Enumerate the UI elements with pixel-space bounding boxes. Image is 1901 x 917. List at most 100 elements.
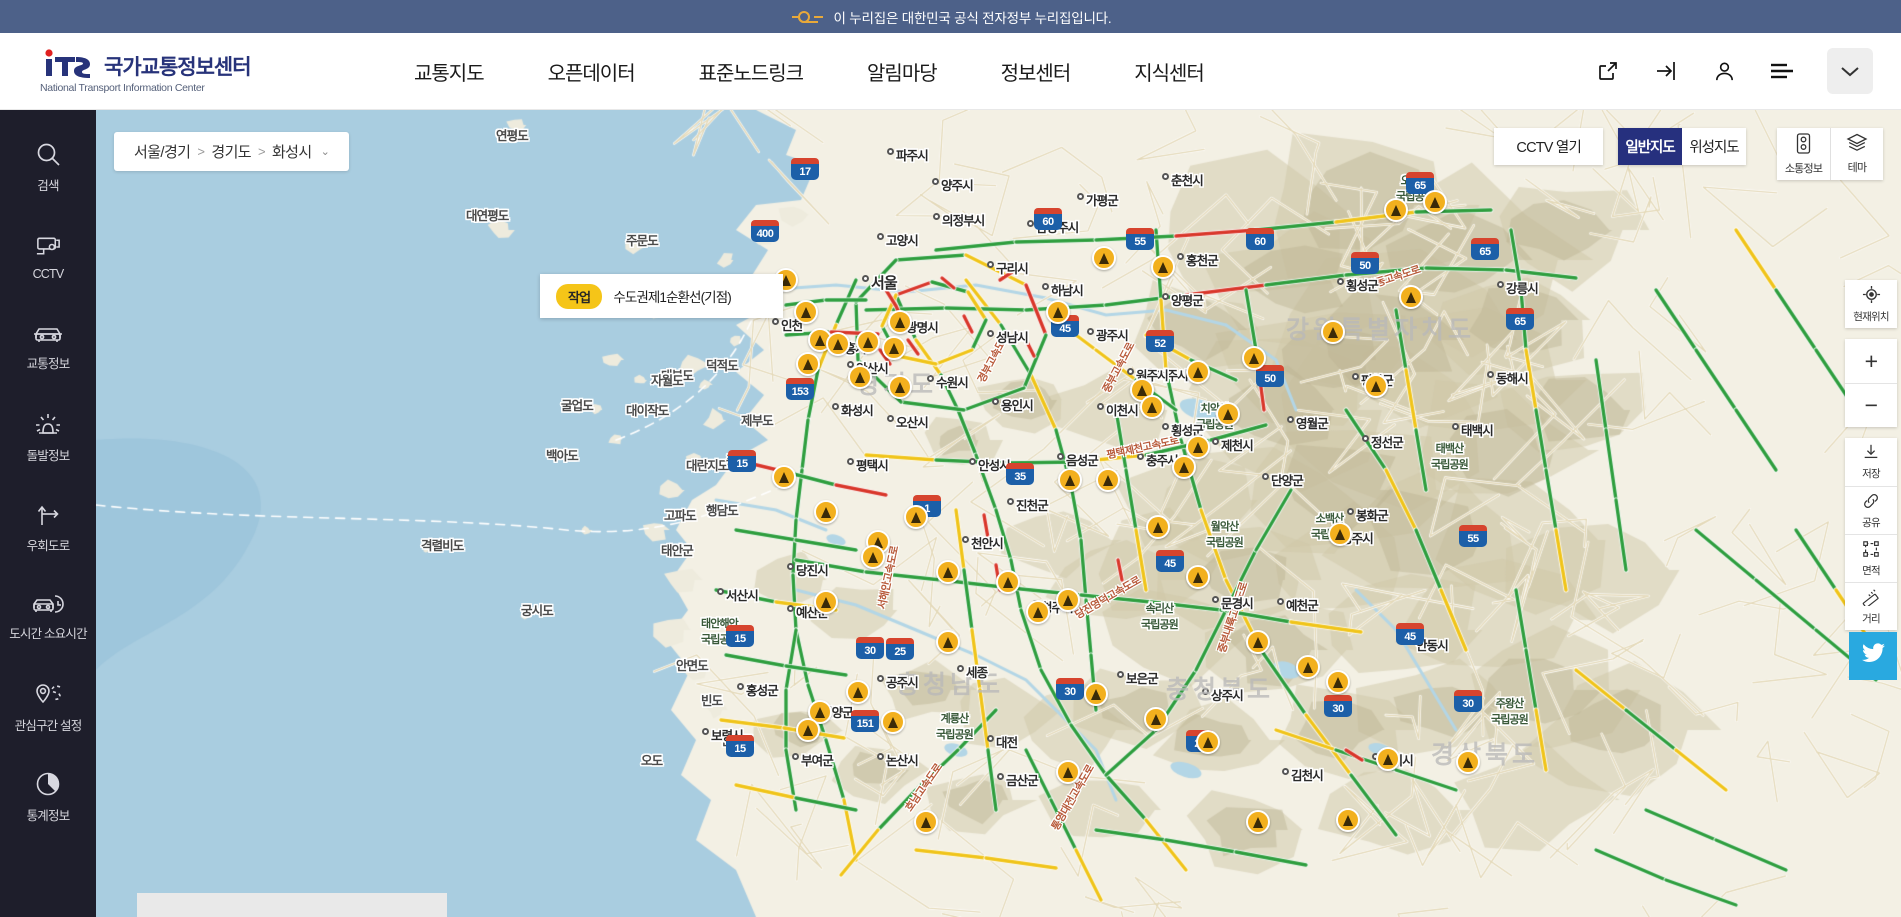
sidebar-item-favorite-route[interactable]: 관심구간 설정 [0,662,96,752]
incident-marker[interactable] [882,336,906,360]
traffic-cone-icon [1223,408,1233,420]
incident-marker[interactable] [1186,360,1210,384]
incident-marker[interactable] [848,365,872,389]
incident-marker[interactable] [1172,455,1196,479]
sidebar-item-incident[interactable]: 돌발정보 [0,392,96,482]
zoom-out-button[interactable]: − [1845,383,1897,427]
map-canvas[interactable] [96,110,1901,917]
sidebar-item-detour[interactable]: 우회도로 [0,482,96,572]
traffic-cone-icon [1151,713,1161,725]
nav-item-open-data[interactable]: 오픈데이터 [516,57,667,86]
incident-marker[interactable] [1242,346,1266,370]
nav-item-notice[interactable]: 알림마당 [835,57,969,86]
incident-marker[interactable] [1146,515,1170,539]
incident-marker[interactable] [1326,670,1350,694]
traffic-cone-icon [803,724,813,736]
incident-marker[interactable] [881,710,905,734]
save-button[interactable]: 저장 [1845,438,1897,486]
incident-marker[interactable] [861,545,885,569]
incident-marker[interactable] [1216,402,1240,426]
incident-marker[interactable] [796,718,820,742]
incident-marker[interactable] [936,630,960,654]
hamburger-menu-icon[interactable] [1753,47,1811,95]
nav-item-knowledge[interactable]: 지식센터 [1102,57,1236,86]
breadcrumb-city[interactable]: 화성시 [272,141,312,162]
incident-marker[interactable] [1056,588,1080,612]
current-location-label: 현재위치 [1853,310,1889,323]
nav-item-traffic-map[interactable]: 교통지도 [382,57,516,86]
map-type-satellite[interactable]: 위성지도 [1682,128,1746,165]
incident-marker[interactable] [794,300,818,324]
incident-marker[interactable] [1056,760,1080,784]
incident-marker[interactable] [996,570,1020,594]
login-icon[interactable] [1637,47,1695,95]
incident-marker[interactable] [814,500,838,524]
incident-marker[interactable] [904,505,928,529]
sidebar-item-search[interactable]: 검색 [0,122,96,212]
incident-marker[interactable] [1084,682,1108,706]
incident-marker[interactable] [1246,810,1270,834]
sidebar-item-statistics[interactable]: 통계정보 [0,752,96,842]
traffic-cone-icon [855,371,865,383]
incident-marker[interactable] [1196,730,1220,754]
incident-marker[interactable] [1151,255,1175,279]
sidebar-item-traffic-info[interactable]: 교통정보 [0,302,96,392]
zoom-in-button[interactable]: + [1845,339,1897,383]
cctv-open-button[interactable]: CCTV 열기 [1494,128,1603,165]
incident-marker[interactable] [1046,300,1070,324]
incident-marker[interactable] [1384,198,1408,222]
incident-marker[interactable] [888,310,912,334]
incident-marker[interactable] [914,810,938,834]
incident-marker[interactable] [1376,747,1400,771]
incident-marker[interactable] [1296,655,1320,679]
nav-item-node-link[interactable]: 표준노드링크 [667,57,835,86]
incident-popup[interactable]: 작업 수도권제1순환선(기점) [540,274,783,318]
incident-marker[interactable] [814,590,838,614]
nav-item-info-center[interactable]: 정보센터 [969,57,1103,86]
incident-marker[interactable] [1140,395,1164,419]
incident-marker[interactable] [1144,707,1168,731]
incident-marker[interactable] [772,465,796,489]
incident-marker[interactable] [826,332,850,356]
twitter-share-button[interactable] [1849,632,1897,680]
sidebar-item-travel-time[interactable]: 도시간 소요시간 [0,572,96,662]
site-logo[interactable]: 국가교통정보센터 National Transport Information … [0,48,300,94]
incident-marker[interactable] [1423,190,1447,214]
incident-marker[interactable] [936,560,960,584]
incident-marker[interactable] [1364,374,1388,398]
incident-marker[interactable] [1328,522,1352,546]
incident-marker[interactable] [1336,808,1360,832]
incident-marker[interactable] [1096,468,1120,492]
incident-marker[interactable] [846,680,870,704]
chevron-down-icon[interactable] [1827,48,1873,94]
breadcrumb[interactable]: 서울/경기 > 경기도 > 화성시 ⌄ [114,132,350,171]
distance-measure-button[interactable]: 거리 [1845,582,1897,630]
incident-marker[interactable] [1058,468,1082,492]
incident-marker[interactable] [1456,750,1480,774]
egov-logo [790,9,826,25]
breadcrumb-caret-icon[interactable]: ⌄ [321,145,330,158]
incident-marker[interactable] [1186,565,1210,589]
incident-marker[interactable] [1026,600,1050,624]
incident-marker[interactable] [888,375,912,399]
incident-marker[interactable] [1092,246,1116,270]
user-icon[interactable] [1695,47,1753,95]
breadcrumb-province[interactable]: 경기도 [211,141,251,162]
share-button[interactable]: 공유 [1845,486,1897,534]
incident-marker[interactable] [856,330,880,354]
incident-marker[interactable] [1321,320,1345,344]
traffic-map[interactable]: 강원특별자치도경기도충청남도충청북도경상북도오대산국립공원치악산국립공원소백산국… [96,110,1901,917]
current-location-icon [1862,285,1881,307]
map-type-normal[interactable]: 일반지도 [1618,128,1682,165]
current-location-button[interactable]: 현재위치 [1845,280,1897,328]
traffic-info-toggle[interactable]: 소통정보 [1777,128,1830,180]
area-measure-button[interactable]: 면적 [1845,534,1897,582]
incident-marker[interactable] [1246,630,1270,654]
theme-toggle[interactable]: 테마 [1830,128,1883,180]
sidebar-item-cctv[interactable]: CCTV [0,212,96,302]
incident-marker[interactable] [1399,285,1423,309]
bottom-info-panel[interactable] [137,893,447,917]
breadcrumb-region[interactable]: 서울/경기 [134,141,191,162]
incident-marker[interactable] [796,352,820,376]
external-link-icon[interactable] [1579,47,1637,95]
